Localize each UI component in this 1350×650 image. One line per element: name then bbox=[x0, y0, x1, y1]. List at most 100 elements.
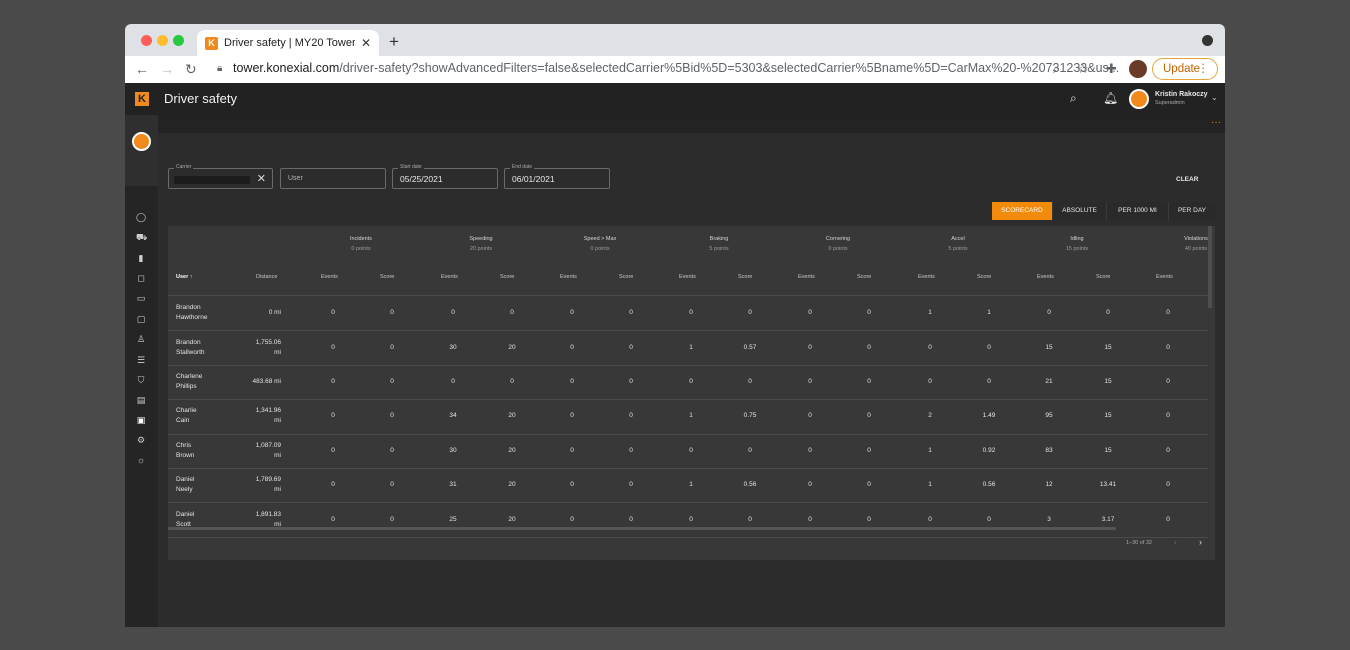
avatar[interactable] bbox=[1129, 89, 1149, 109]
user-cell[interactable]: Charlene Phillips bbox=[176, 372, 226, 392]
zoom-icon[interactable]: ⌕ bbox=[1053, 61, 1060, 77]
user-name[interactable]: Kristin Rakoczy bbox=[1155, 91, 1208, 98]
user-column-header[interactable]: User ↑ bbox=[176, 274, 193, 280]
end-date-field[interactable]: End date 06/01/2021 bbox=[504, 164, 610, 189]
distance-column-header[interactable]: Distance bbox=[256, 274, 277, 280]
bell-icon[interactable]: 🔔︎ bbox=[1103, 91, 1118, 105]
events-column-header[interactable]: Events bbox=[679, 274, 696, 280]
truck-icon[interactable]: ⛟ bbox=[136, 232, 147, 242]
close-icon[interactable]: ✕ bbox=[257, 172, 266, 185]
events-cell: 3 bbox=[1047, 515, 1051, 523]
carrier-value-redacted bbox=[174, 176, 250, 184]
minimize-window-button[interactable] bbox=[157, 35, 168, 46]
forward-icon[interactable]: → bbox=[160, 61, 174, 77]
close-window-button[interactable] bbox=[141, 35, 152, 46]
group-points: 0 points bbox=[590, 246, 610, 252]
start-date-field[interactable]: Start date 05/25/2021 bbox=[392, 164, 498, 189]
bookmark-icon[interactable]: ▮ bbox=[136, 253, 146, 263]
shield-icon[interactable]: ⛉ bbox=[136, 375, 146, 385]
horizontal-scrollbar[interactable] bbox=[168, 527, 1116, 530]
score-column-header[interactable]: Score bbox=[1096, 274, 1110, 280]
list-icon[interactable]: ☰ bbox=[136, 355, 146, 365]
profile-avatar[interactable] bbox=[1129, 60, 1147, 78]
row-divider bbox=[168, 433, 1208, 435]
distance-cell: 1,755.06 mi bbox=[231, 338, 281, 358]
update-button[interactable]: Update ⋮ bbox=[1152, 58, 1218, 80]
search-icon[interactable]: ⌕ bbox=[1070, 91, 1077, 106]
score-column-header[interactable]: Score bbox=[857, 274, 871, 280]
score-cell: 0 bbox=[867, 515, 871, 523]
vertical-scrollbar[interactable] bbox=[1208, 226, 1212, 308]
app-logo[interactable]: K bbox=[135, 92, 149, 106]
star-icon[interactable]: ☆ bbox=[1077, 61, 1089, 77]
back-icon[interactable]: ← bbox=[135, 61, 149, 77]
headset-icon[interactable]: ◯ bbox=[136, 212, 146, 222]
group-header: Violations 40 points bbox=[1156, 234, 1215, 254]
group-name: Cornering bbox=[825, 236, 851, 242]
browser-tab-bar: K Driver safety | MY20 Tower | Ko ✕ + bbox=[125, 24, 1225, 56]
maximize-window-button[interactable] bbox=[173, 35, 184, 46]
new-tab-icon[interactable]: + bbox=[389, 32, 399, 52]
events-column-header[interactable]: Events bbox=[321, 274, 338, 280]
trailer-icon[interactable]: ▭ bbox=[136, 293, 146, 303]
extensions-icon[interactable]: ✚ bbox=[1106, 61, 1117, 77]
tab-search-icon[interactable] bbox=[1202, 35, 1213, 46]
bug-icon[interactable]: ☼ bbox=[136, 455, 146, 465]
absolute-button[interactable]: ABSOLUTE bbox=[1053, 202, 1107, 220]
score-cell: 0 bbox=[629, 412, 633, 420]
score-column-header[interactable]: Score bbox=[380, 274, 394, 280]
user-cell[interactable]: Brandon Hawthorne bbox=[176, 303, 226, 323]
chevron-down-icon[interactable]: ⌄ bbox=[1211, 93, 1218, 102]
clear-button[interactable]: CLEAR bbox=[1176, 176, 1198, 183]
distance-cell: 0 mi bbox=[231, 308, 281, 318]
carrier-field[interactable]: Carrier ✕ bbox=[168, 164, 273, 189]
drivers-icon[interactable]: ♙ bbox=[136, 334, 146, 344]
per-1000-mi-button[interactable]: PER 1000 MI bbox=[1107, 202, 1169, 220]
driver-safety-icon[interactable]: ▣ bbox=[136, 415, 146, 425]
user-cell[interactable]: Chris Brown bbox=[176, 441, 226, 461]
user-field[interactable]: User bbox=[280, 168, 386, 189]
score-column-header[interactable]: Score bbox=[500, 274, 514, 280]
user-name-line: Cain bbox=[176, 417, 190, 425]
events-cell: 0 bbox=[570, 481, 574, 489]
reload-icon[interactable]: ↻ bbox=[185, 61, 197, 78]
group-name: Idling bbox=[1070, 236, 1084, 242]
events-cell: 0 bbox=[331, 343, 335, 351]
score-cell: 15 bbox=[1104, 378, 1112, 385]
score-column-header[interactable]: Score bbox=[619, 274, 633, 280]
gear-icon[interactable]: ⚙ bbox=[136, 435, 146, 445]
row-divider bbox=[168, 502, 1208, 504]
events-cell: 0 bbox=[689, 446, 693, 454]
more-horizontal-icon[interactable]: ··· bbox=[1211, 117, 1221, 128]
score-column-header[interactable]: Score bbox=[738, 274, 752, 280]
score-cell: 0 bbox=[867, 481, 871, 489]
chevron-right-icon[interactable]: › bbox=[1199, 537, 1202, 547]
document-icon[interactable]: ▢ bbox=[136, 314, 146, 324]
scorecard-button[interactable]: SCORECARD bbox=[992, 202, 1053, 220]
score-column-header[interactable]: Score bbox=[977, 274, 991, 280]
per-day-button[interactable]: PER DAY bbox=[1169, 202, 1215, 220]
carrier-avatar[interactable] bbox=[132, 132, 151, 151]
close-tab-icon[interactable]: ✕ bbox=[361, 36, 371, 50]
events-column-header[interactable]: Events bbox=[441, 274, 458, 280]
report-icon[interactable]: ▤ bbox=[136, 395, 146, 405]
events-column-header[interactable]: Events bbox=[560, 274, 577, 280]
lock-icon[interactable]: 🔒︎ bbox=[217, 63, 222, 74]
score-cell: 1 bbox=[987, 309, 991, 317]
events-column-header[interactable]: Events bbox=[918, 274, 935, 280]
browser-tab[interactable]: K Driver safety | MY20 Tower | Ko ✕ bbox=[197, 30, 379, 56]
distance-line: 1,891.83 bbox=[255, 510, 281, 518]
score-cell: 0 bbox=[390, 515, 394, 523]
bag-icon[interactable]: ◻ bbox=[136, 273, 146, 283]
events-cell: 0 bbox=[1166, 446, 1170, 454]
user-cell[interactable]: Brandon Stallworth bbox=[176, 338, 226, 358]
user-cell[interactable]: Charlie Cain bbox=[176, 406, 226, 426]
events-column-header[interactable]: Events bbox=[1156, 274, 1173, 280]
address-bar[interactable]: tower.konexial.com/driver-safety?showAdv… bbox=[233, 61, 1119, 75]
user-cell[interactable]: Daniel Neely bbox=[176, 475, 226, 495]
events-column-header[interactable]: Events bbox=[798, 274, 815, 280]
carrier-label: Carrier bbox=[174, 164, 194, 170]
events-cell: 0 bbox=[808, 412, 812, 420]
events-column-header[interactable]: Events bbox=[1037, 274, 1054, 280]
chevron-left-icon[interactable]: ‹ bbox=[1174, 537, 1177, 547]
